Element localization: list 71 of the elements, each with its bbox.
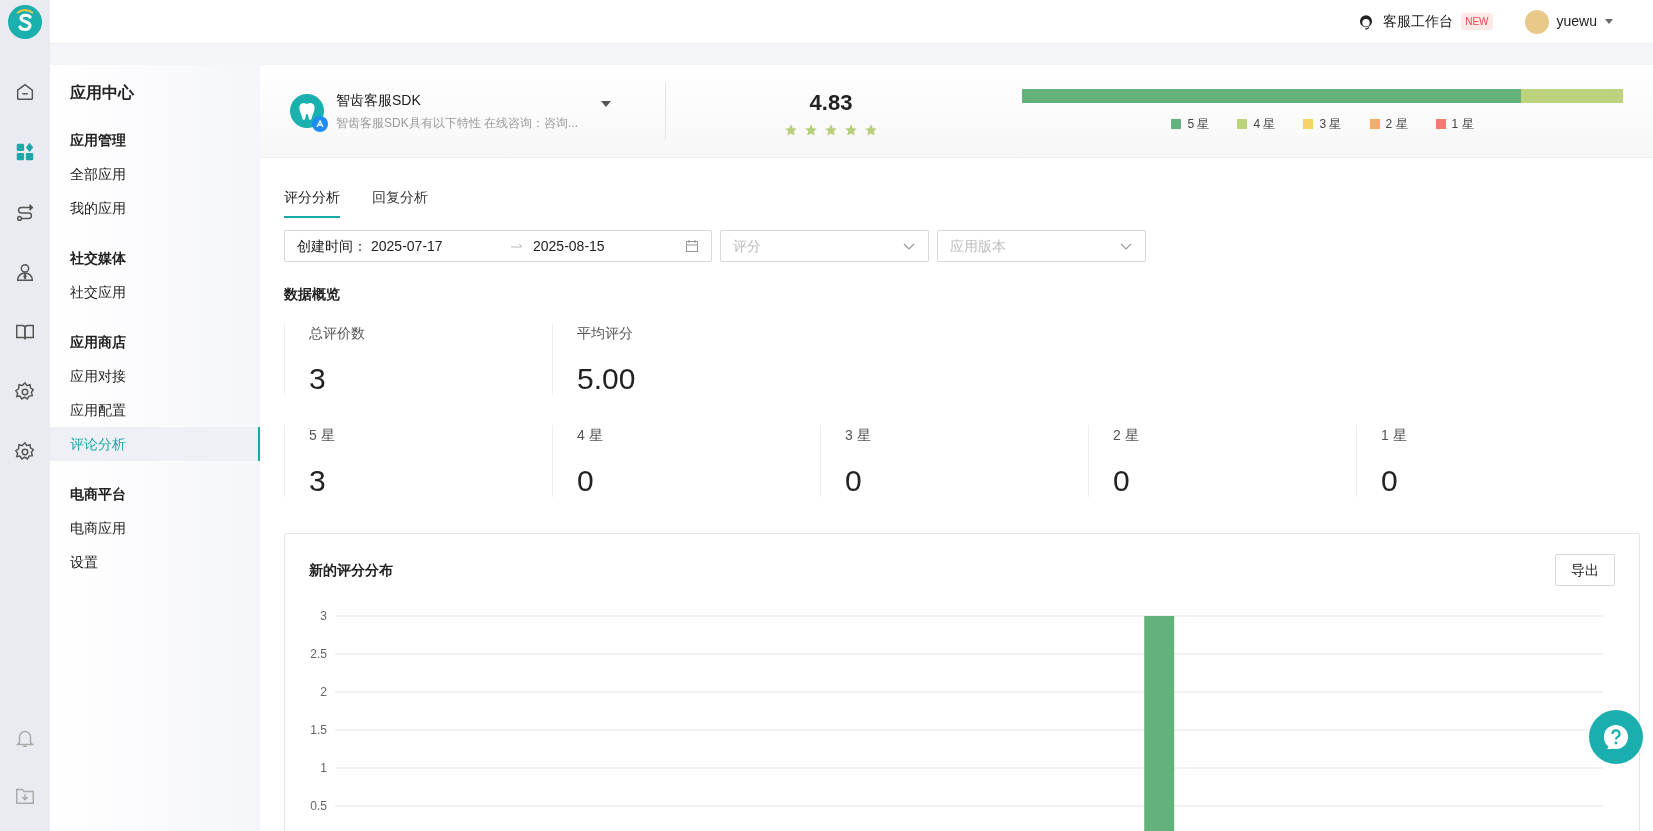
app-store-icon: [312, 116, 328, 132]
workspace-link[interactable]: 客服工作台: [1383, 11, 1454, 32]
home-icon: [14, 81, 36, 103]
dropdown-caret-icon[interactable]: [601, 101, 611, 107]
y-tick-label: 2.5: [310, 647, 327, 661]
sidebar-item[interactable]: 全部应用: [50, 157, 260, 191]
calendar-icon: [685, 239, 699, 253]
new-badge: NEW: [1461, 13, 1493, 30]
date-range-field[interactable]: 创建时间： 2025-07-17 2025-08-15: [284, 230, 712, 262]
legend-label: 3 星: [1319, 116, 1342, 133]
legend-label: 4 星: [1253, 116, 1276, 133]
person-icon: [14, 261, 36, 283]
start-date: 2025-07-17: [371, 236, 444, 256]
stat-label: 1 星: [1381, 426, 1408, 445]
y-tick-label: 2: [320, 685, 327, 699]
stat-value: 0: [845, 465, 863, 497]
sidebar-item[interactable]: 电商应用: [50, 511, 260, 545]
stat-value: 5.00: [577, 363, 637, 395]
tab[interactable]: 回复分析: [372, 178, 428, 218]
stat-label: 平均评分: [577, 324, 634, 343]
y-tick-label: 1.5: [310, 723, 327, 737]
sidebar-group-title: 社交媒体: [69, 248, 127, 268]
settings-icon: [14, 381, 36, 403]
settings-icon: [14, 441, 36, 463]
star-icon: [824, 122, 838, 137]
legend-label: 2 星: [1385, 116, 1408, 133]
help-button[interactable]: [1589, 710, 1643, 764]
y-tick-label: 0.5: [310, 799, 327, 813]
date-label: 创建时间：: [297, 236, 367, 256]
tab[interactable]: 评分分析: [284, 178, 340, 218]
sidebar-item[interactable]: 应用对接: [50, 359, 260, 393]
sidebar-item[interactable]: 我的应用: [50, 191, 260, 225]
star-icon: [784, 122, 798, 137]
sidebar-title: 应用中心: [69, 83, 135, 103]
help-bubble-icon: [1601, 722, 1631, 752]
stat-label: 2 星: [1113, 426, 1140, 445]
stat-value: 0: [577, 465, 595, 497]
section-title: 数据概览: [284, 285, 341, 304]
arrow-icon: [511, 242, 523, 250]
export-button[interactable]: 导出: [1555, 554, 1615, 586]
sidebar-group-title: 应用商店: [69, 332, 127, 352]
stat-value: 0: [1381, 465, 1399, 497]
legend-label: 1 星: [1451, 116, 1474, 133]
star-icon: [864, 122, 878, 137]
sidebar-item[interactable]: 设置: [50, 545, 260, 579]
legend-label: 5 星: [1187, 116, 1210, 133]
y-tick-label: 3: [320, 609, 327, 623]
app-name: 智齿客服SDK: [336, 91, 422, 110]
avatar: [1524, 9, 1549, 34]
stat-value: 3: [309, 465, 327, 497]
stat-label: 5 星: [309, 426, 336, 445]
stat-label: 4 星: [577, 426, 604, 445]
stat-label: 总评价数: [309, 324, 366, 343]
chart-title: 新的评分分布: [309, 560, 393, 580]
sidebar-item[interactable]: 社交应用: [50, 275, 260, 309]
end-date: 2025-08-15: [533, 236, 605, 256]
sidebar-group-title: 应用管理: [69, 130, 127, 150]
stat-label: 3 星: [845, 426, 872, 445]
y-tick-label: 1: [320, 761, 327, 775]
star-icon: [804, 122, 818, 137]
stat-value: 0: [1113, 465, 1131, 497]
stat-value: 3: [309, 363, 327, 395]
caret-icon: [1605, 19, 1613, 24]
app-description: 智齿客服SDK具有以下特性 在线咨询：咨询...: [336, 115, 578, 132]
sidebar-group-title: 电商平台: [69, 484, 127, 504]
logo-icon[interactable]: [8, 5, 42, 39]
sidebar-item[interactable]: 应用配置: [50, 393, 260, 427]
user-name[interactable]: yuewu: [1556, 11, 1597, 32]
rating-score: 4.83: [809, 88, 853, 117]
apps-icon: [14, 141, 36, 163]
star-icon: [844, 122, 858, 137]
